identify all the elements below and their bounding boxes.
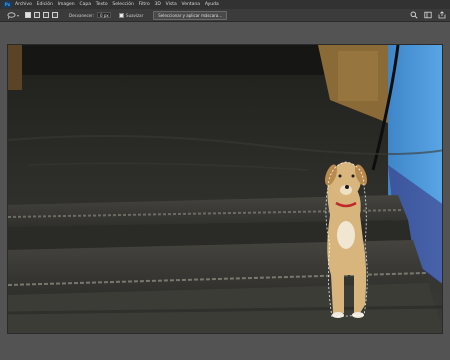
menu-capa[interactable]: Capa <box>79 2 91 7</box>
tool-preset-picker[interactable]: ▾ <box>7 11 19 19</box>
document-canvas[interactable] <box>7 44 443 334</box>
menu-texto[interactable]: Texto <box>96 2 108 7</box>
selection-mode-group <box>25 12 61 18</box>
feather-label: Desvanecer: <box>69 12 95 18</box>
smooth-checkbox[interactable] <box>119 12 125 18</box>
smooth-label: Suavizar <box>126 12 144 18</box>
lasso-icon <box>7 11 16 19</box>
intersect-selection-button[interactable] <box>52 12 58 18</box>
add-to-selection-button[interactable] <box>34 12 40 18</box>
menu-imagen[interactable]: Imagen <box>58 2 75 7</box>
options-right-icons <box>404 11 446 19</box>
photoshop-logo-icon[interactable]: Ps <box>3 1 12 8</box>
search-icon[interactable] <box>410 11 418 19</box>
select-and-mask-button[interactable]: Seleccionar y aplicar máscara... <box>153 10 228 20</box>
menu-edicion[interactable]: Edición <box>37 2 53 7</box>
options-bar: ▾ Desvanecer: 0 px Suavizar Seleccionar … <box>0 9 450 22</box>
menu-archivo[interactable]: Archivo <box>15 2 32 7</box>
new-selection-button[interactable] <box>25 12 31 18</box>
workspace-icon[interactable] <box>424 11 432 19</box>
menu-filtro[interactable]: Filtro <box>139 2 150 7</box>
subtract-from-selection-button[interactable] <box>43 12 49 18</box>
menu-3d[interactable]: 3D <box>155 2 161 7</box>
menu-seleccion[interactable]: Selección <box>112 2 133 7</box>
share-icon[interactable] <box>438 11 446 19</box>
feather-input[interactable]: 0 px <box>97 12 112 18</box>
photo-stairs-with-dog <box>8 45 442 333</box>
menu-ventana[interactable]: Ventana <box>182 2 200 7</box>
menu-bar: Ps Archivo Edición Imagen Capa Texto Sel… <box>0 0 450 9</box>
menu-vista[interactable]: Vista <box>166 2 177 7</box>
chevron-down-icon: ▾ <box>16 12 19 18</box>
menu-ayuda[interactable]: Ayuda <box>205 2 219 7</box>
